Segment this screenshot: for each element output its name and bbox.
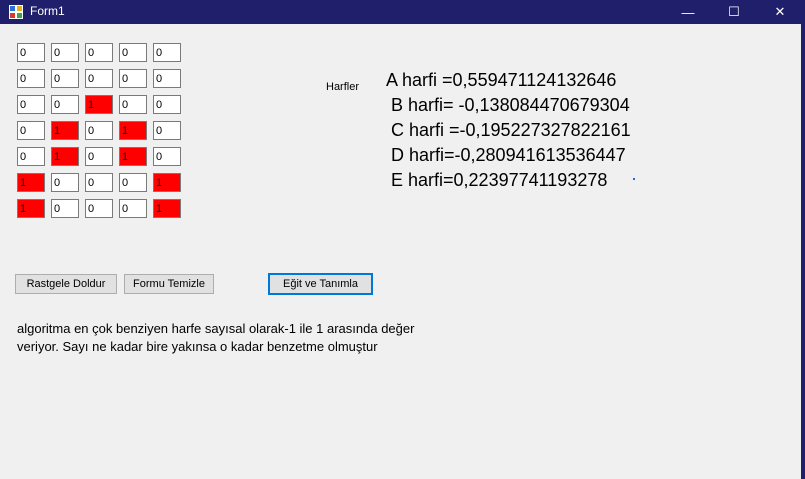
maximize-button[interactable]: ☐ [711, 0, 757, 24]
minimize-button[interactable]: — [665, 0, 711, 24]
minimize-icon: — [681, 4, 695, 20]
description-line-2: veriyor. Sayı ne kadar bire yakınsa o ka… [17, 339, 378, 354]
grid-cell-r2-c4[interactable] [119, 69, 147, 88]
grid-cell-r1-c1[interactable] [17, 43, 45, 62]
harfler-label: Harfler [326, 81, 360, 93]
close-button[interactable]: ✕ [757, 0, 803, 24]
grid-cell-r5-c1[interactable] [17, 147, 45, 166]
grid-cell-r2-c3[interactable] [85, 69, 113, 88]
grid-cell-r5-c2[interactable] [51, 147, 79, 166]
grid-cell-r5-c5[interactable] [153, 147, 181, 166]
grid-cell-r7-c4[interactable] [119, 199, 147, 218]
result-d: D harfi=-0,280941613536447 [391, 145, 626, 165]
train-recognize-button[interactable]: Eğit ve Tanımla [268, 273, 373, 295]
grid-cell-r3-c2[interactable] [51, 95, 79, 114]
grid-cell-r7-c1[interactable] [17, 199, 45, 218]
grid-cell-r6-c4[interactable] [119, 173, 147, 192]
result-b: B harfi= -0,138084470679304 [391, 95, 630, 115]
description-line-1: algoritma en çok benziyen harfe sayısal … [17, 321, 415, 336]
grid-cell-r5-c3[interactable] [85, 147, 113, 166]
result-c: C harfi =-0,195227327822161 [391, 120, 631, 140]
grid-cell-r6-c3[interactable] [85, 173, 113, 192]
grid-cell-r1-c3[interactable] [85, 43, 113, 62]
result-e: E harfi=0,22397741193278 [391, 170, 608, 190]
grid-cell-r7-c5[interactable] [153, 199, 181, 218]
grid-cell-r2-c2[interactable] [51, 69, 79, 88]
random-fill-button[interactable]: Rastgele Doldur [15, 274, 117, 294]
grid-cell-r4-c4[interactable] [119, 121, 147, 140]
maximize-icon: ☐ [728, 4, 740, 19]
clear-form-button[interactable]: Formu Temizle [124, 274, 214, 294]
description-text: algoritma en çok benziyen harfe sayısal … [17, 320, 414, 356]
grid-cell-r3-c5[interactable] [153, 95, 181, 114]
grid-cell-r1-c5[interactable] [153, 43, 181, 62]
window-border [801, 24, 805, 479]
grid-cell-r4-c2[interactable] [51, 121, 79, 140]
window-title: Form1 [30, 4, 65, 18]
grid-cell-r4-c1[interactable] [17, 121, 45, 140]
grid-cell-r2-c5[interactable] [153, 69, 181, 88]
grid-cell-r1-c2[interactable] [51, 43, 79, 62]
grid-cell-r6-c1[interactable] [17, 173, 45, 192]
grid-cell-r3-c4[interactable] [119, 95, 147, 114]
grid-cell-r4-c5[interactable] [153, 121, 181, 140]
grid-cell-r6-c2[interactable] [51, 173, 79, 192]
grid-cell-r7-c3[interactable] [85, 199, 113, 218]
grid-cell-r6-c5[interactable] [153, 173, 181, 192]
stray-dot [633, 178, 635, 180]
title-bar: Form1 — ☐ ✕ [0, 0, 805, 24]
grid-cell-r1-c4[interactable] [119, 43, 147, 62]
grid-cell-r4-c3[interactable] [85, 121, 113, 140]
result-a: A harfi =0,559471124132646 [386, 70, 617, 90]
close-icon: ✕ [774, 4, 786, 19]
grid-cell-r3-c3[interactable] [85, 95, 113, 114]
app-form-icon [9, 5, 23, 19]
grid-cell-r7-c2[interactable] [51, 199, 79, 218]
grid-cell-r3-c1[interactable] [17, 95, 45, 114]
grid-cell-r5-c4[interactable] [119, 147, 147, 166]
grid-cell-r2-c1[interactable] [17, 69, 45, 88]
